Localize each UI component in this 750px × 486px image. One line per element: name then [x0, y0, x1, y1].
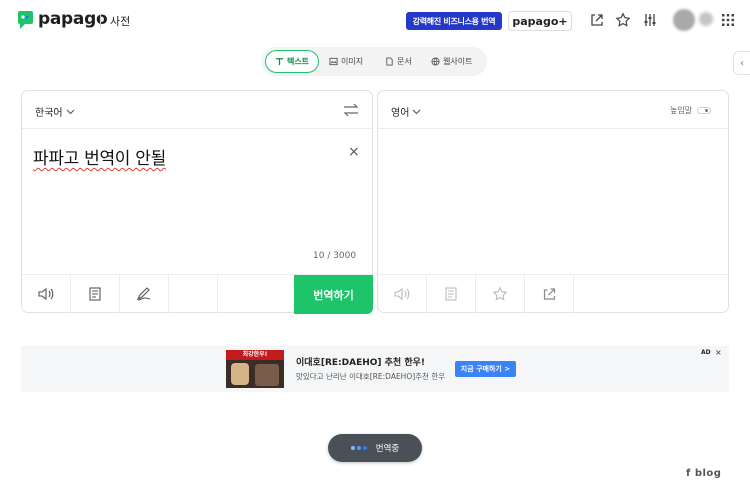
share-result-button[interactable] [525, 275, 574, 313]
ad-badge: AD [701, 349, 711, 356]
ad-description: 맛있다고 난리난 이대호[RE:DAEHO]추천 한우 [296, 372, 446, 381]
share-icon[interactable] [589, 12, 605, 28]
settings-sliders-icon[interactable] [642, 12, 658, 28]
status-label: 번역중 [375, 444, 400, 454]
speaker-icon [394, 287, 410, 301]
blog-watermark: f blog [686, 468, 722, 479]
honorific-label: 높임말 [670, 106, 693, 115]
papago-logo-text[interactable]: papago [38, 9, 108, 29]
ad-title[interactable]: 이대호[RE:DAEHO] 추천 한우! [296, 355, 425, 368]
globe-icon [431, 57, 440, 66]
ad-cta-button[interactable]: 지금 구매하기 > [455, 361, 516, 377]
document-icon [386, 57, 393, 66]
share-icon [543, 288, 555, 300]
tab-website-label: 웹사이트 [443, 57, 473, 66]
chevron-left-icon: ‹ [740, 57, 744, 69]
ad-thumb-person [231, 363, 249, 385]
tab-text-label: 텍스트 [286, 57, 310, 66]
text-icon [275, 58, 284, 66]
dictionary-source-button[interactable] [71, 275, 120, 313]
clear-text-icon[interactable]: × [348, 144, 360, 160]
book-icon [89, 287, 101, 301]
book-icon [445, 287, 457, 301]
dictionary-link[interactable]: 사전 [110, 13, 130, 29]
source-text-input[interactable]: 파파고 번역이 안될 [33, 144, 166, 169]
app-grid-icon[interactable] [720, 12, 736, 28]
source-panel: 한국어 파파고 번역이 안될 × 10 / 3000 번역하기 [21, 90, 373, 314]
tab-document-label: 문서 [397, 57, 412, 66]
ad-close-icon[interactable]: × [715, 348, 722, 357]
chevron-down-icon [413, 109, 421, 114]
mode-tabs: 텍스트 이미지 문서 웹사이트 [261, 47, 487, 76]
image-icon [329, 57, 338, 66]
target-header-divider [378, 128, 728, 129]
tab-image[interactable]: 이미지 [329, 50, 363, 73]
user-avatar[interactable] [673, 9, 695, 31]
top-header: papago 사전 강력해진 비즈니스용 번역 papago+ [0, 0, 750, 42]
character-count: 10 / 3000 [313, 251, 357, 261]
target-language-select[interactable]: 영어 [391, 104, 421, 119]
source-header-divider [22, 128, 372, 129]
papago-plus-button[interactable]: papago+ [508, 11, 572, 31]
target-toolbar [378, 274, 728, 313]
tab-website[interactable]: 웹사이트 [431, 50, 472, 73]
papago-logo-icon[interactable] [17, 10, 34, 30]
target-panel: 영어 높임말 [377, 90, 729, 313]
loading-dots-icon [350, 446, 369, 450]
source-language-select[interactable]: 한국어 [35, 104, 75, 119]
ad-thumbnail[interactable]: 최강한우! [226, 350, 284, 388]
speaker-icon [38, 287, 54, 301]
toggle-switch[interactable] [697, 107, 712, 114]
ad-thumb-product [255, 364, 279, 386]
source-toolbar: 번역하기 [22, 274, 373, 314]
tab-text[interactable]: 텍스트 [265, 50, 319, 73]
target-language-label: 영어 [391, 108, 410, 119]
source-language-label: 한국어 [35, 108, 63, 119]
pen-icon [136, 287, 151, 301]
star-icon [492, 286, 508, 301]
user-avatar-secondary [699, 12, 713, 26]
swap-languages-icon[interactable] [342, 103, 360, 117]
business-translate-button[interactable]: 강력해진 비즈니스용 번역 [406, 12, 502, 30]
handwriting-button[interactable] [120, 275, 169, 313]
translate-button[interactable]: 번역하기 [294, 275, 373, 314]
side-panel-toggle[interactable]: ‹ [733, 51, 750, 75]
ad-thumb-caption: 최강한우! [226, 350, 284, 360]
star-icon[interactable] [615, 12, 631, 28]
translating-status: 번역중 [328, 434, 422, 462]
listen-target-button[interactable] [378, 275, 427, 313]
chevron-down-icon [66, 109, 74, 114]
favorite-button[interactable] [476, 275, 525, 313]
listen-source-button[interactable] [22, 275, 71, 313]
honorific-toggle[interactable]: 높임말 [670, 105, 712, 116]
tab-image-label: 이미지 [341, 57, 364, 66]
source-toolbar-spacer [169, 275, 218, 313]
dictionary-target-button[interactable] [427, 275, 476, 313]
tab-document[interactable]: 문서 [385, 50, 412, 73]
ad-banner[interactable]: 최강한우! 이대호[RE:DAEHO] 추천 한우! 맛있다고 난리난 이대호[… [21, 346, 729, 392]
header-divider [100, 14, 101, 28]
